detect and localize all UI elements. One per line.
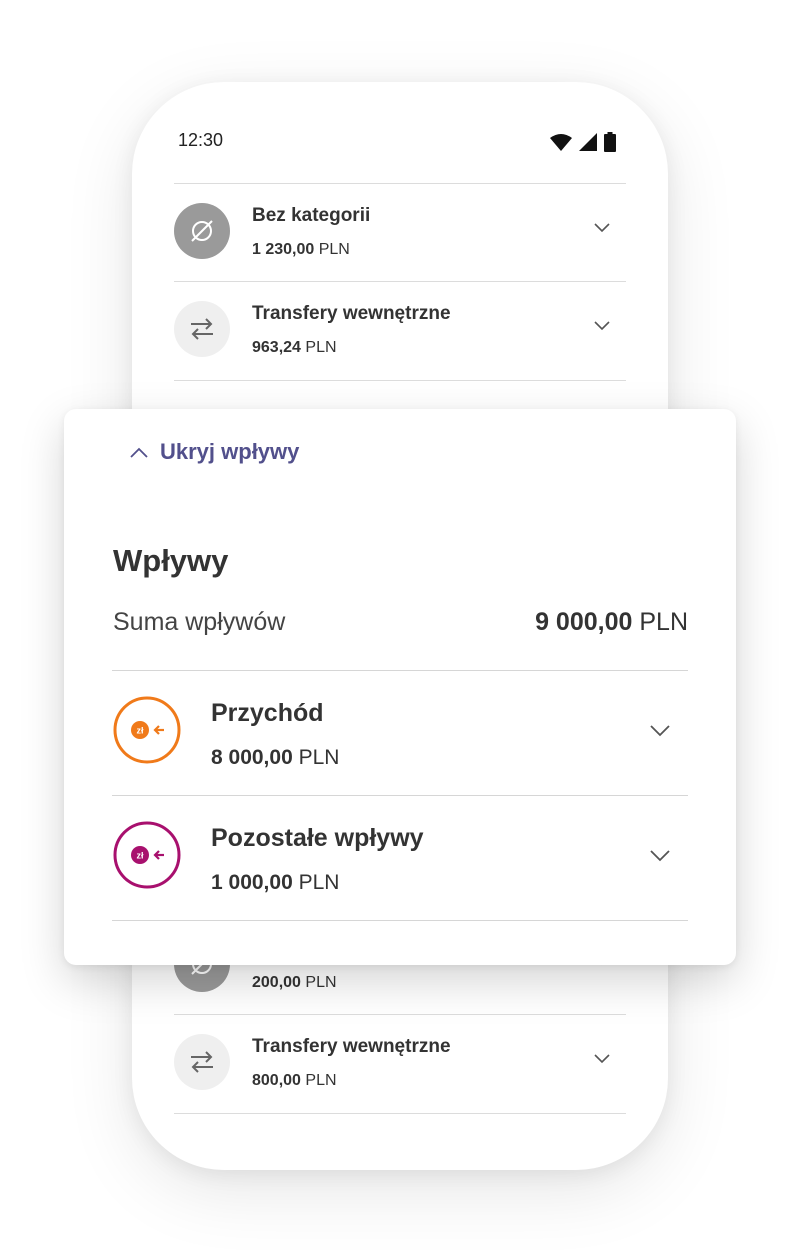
category-row-no-category[interactable]: Bez kategorii 1 230,00 PLN: [174, 183, 626, 281]
transfer-arrows-icon: [174, 1034, 230, 1090]
hide-income-label: Ukryj wpływy: [160, 439, 300, 464]
signal-icon: [579, 133, 597, 151]
svg-text:zł: zł: [136, 851, 144, 861]
category-amount: 1 230,00 PLN: [252, 241, 350, 258]
income-sum-label: Suma wpływów: [113, 608, 286, 636]
list-divider: [174, 1113, 626, 1114]
chevron-down-icon[interactable]: [650, 850, 670, 862]
income-zloty-icon: zł: [113, 696, 181, 764]
chevron-up-icon: [130, 447, 148, 458]
income-category-title: Przychód: [211, 699, 324, 727]
income-category-amount: 1 000,00 PLN: [211, 871, 340, 894]
hide-income-button[interactable]: Ukryj wpływy: [130, 439, 299, 465]
no-category-icon: [174, 203, 230, 259]
transfer-arrows-icon: [174, 301, 230, 357]
income-category-amount: 8 000,00 PLN: [211, 746, 340, 769]
income-title: Wpływy: [113, 543, 229, 578]
category-row-internal-transfers[interactable]: Transfery wewnętrzne 800,00 PLN: [174, 1014, 626, 1112]
chevron-down-icon[interactable]: [594, 1054, 610, 1064]
category-amount: 800,00 PLN: [252, 1072, 337, 1089]
income-card: Ukryj wpływy Wpływy Suma wpływów 9 000,0…: [64, 409, 736, 965]
category-amount: 200,00 PLN: [252, 974, 337, 991]
category-row-internal-transfers[interactable]: Transfery wewnętrzne 963,24 PLN: [174, 281, 626, 379]
svg-text:zł: zł: [136, 726, 144, 736]
battery-icon: [604, 132, 616, 152]
list-divider: [174, 380, 626, 381]
category-title: Bez kategorii: [252, 205, 371, 226]
income-category-row-other[interactable]: zł Pozostałe wpływy 1 000,00 PLN: [112, 796, 688, 920]
income-sum-value: 9 000,00 PLN: [535, 608, 688, 636]
wifi-icon: [550, 134, 572, 151]
income-category-title: Pozostałe wpływy: [211, 824, 424, 852]
other-income-zloty-icon: zł: [113, 821, 181, 889]
category-title: Transfery wewnętrzne: [252, 303, 451, 324]
chevron-down-icon[interactable]: [594, 223, 610, 233]
status-icons: [550, 132, 616, 152]
category-title: Transfery wewnętrzne: [252, 1036, 451, 1057]
chevron-down-icon[interactable]: [594, 321, 610, 331]
status-time: 12:30: [178, 130, 224, 150]
income-category-row-revenue[interactable]: zł Przychód 8 000,00 PLN: [112, 671, 688, 795]
card-divider: [112, 920, 688, 921]
chevron-down-icon[interactable]: [650, 725, 670, 737]
category-amount: 963,24 PLN: [252, 339, 337, 356]
